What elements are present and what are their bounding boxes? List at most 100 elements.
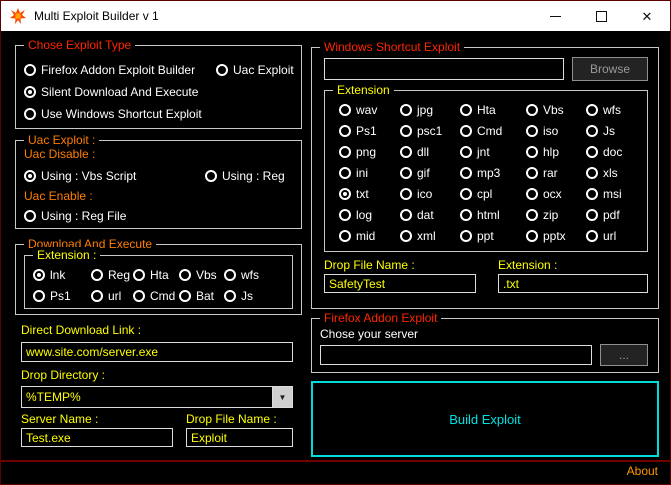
radio-label: cpl	[477, 187, 492, 201]
radio-option[interactable]: url	[586, 225, 643, 246]
radio-option[interactable]: wfs	[224, 264, 288, 285]
radio-label: Ps1	[50, 289, 71, 303]
radio-label: Use Windows Shortcut Exploit	[41, 107, 202, 121]
shortcut-extension-label: Extension :	[498, 258, 557, 272]
radio-label: jnt	[477, 145, 490, 159]
maximize-button[interactable]	[578, 1, 624, 31]
radio-label: Js	[241, 289, 253, 303]
radio-option[interactable]: jpg	[400, 99, 460, 120]
drop-file-name-input-right[interactable]	[324, 274, 476, 293]
firefox-browse-button[interactable]: ...	[600, 344, 648, 366]
radio-option[interactable]: Firefox Addon Exploit Builder	[24, 59, 216, 81]
radio-option[interactable]: xml	[400, 225, 460, 246]
radio-option[interactable]: Vbs	[526, 99, 586, 120]
radio-option[interactable]: Hta	[460, 99, 526, 120]
drop-file-name-input-left[interactable]	[186, 428, 293, 447]
radio-option[interactable]: doc	[586, 141, 643, 162]
radio-option[interactable]: pptx	[526, 225, 586, 246]
radio-icon	[586, 125, 598, 137]
radio-option[interactable]: html	[460, 204, 526, 225]
radio-option[interactable]: Ps1	[339, 120, 400, 141]
radio-label: ocx	[543, 187, 562, 201]
radio-option[interactable]: Vbs	[179, 264, 224, 285]
browse-button[interactable]: Browse	[572, 57, 648, 81]
radio-option[interactable]: Js	[224, 285, 288, 306]
minimize-icon	[550, 16, 561, 17]
radio-option[interactable]: xls	[586, 162, 643, 183]
drop-directory-label: Drop Directory :	[21, 368, 105, 382]
radio-option[interactable]: cpl	[460, 183, 526, 204]
radio-option[interactable]: lnk	[33, 264, 91, 285]
radio-option[interactable]: mp3	[460, 162, 526, 183]
radio-option[interactable]: Use Windows Shortcut Exploit	[24, 103, 295, 125]
radio-option[interactable]: hlp	[526, 141, 586, 162]
shortcut-path-input[interactable]	[324, 58, 564, 80]
radio-label: Vbs	[196, 268, 217, 282]
window-controls: ✕	[532, 1, 670, 31]
radio-label: wav	[356, 103, 377, 117]
radio-option[interactable]: mid	[339, 225, 400, 246]
server-name-input[interactable]	[21, 428, 173, 447]
radio-option[interactable]: dll	[400, 141, 460, 162]
radio-option[interactable]: Cmd	[460, 120, 526, 141]
radio-option[interactable]: dat	[400, 204, 460, 225]
radio-icon	[400, 146, 412, 158]
close-button[interactable]: ✕	[624, 1, 670, 31]
radio-label: hlp	[543, 145, 559, 159]
radio-label: log	[356, 208, 372, 222]
group-extension-right: Extension wav jpg Hta Vbs wfs Ps1 psc1 C…	[324, 90, 648, 252]
radio-option[interactable]: wfs	[586, 99, 643, 120]
radio-label: jpg	[417, 103, 433, 117]
shortcut-extension-input[interactable]	[498, 274, 648, 293]
radio-option[interactable]: Hta	[133, 264, 179, 285]
group-title: Uac Exploit :	[24, 132, 99, 148]
dropdown-arrow-icon[interactable]: ▼	[272, 387, 292, 407]
radio-option[interactable]: wav	[339, 99, 400, 120]
uac-disable-options: Using : Vbs Script Using : Reg	[24, 165, 295, 187]
radio-icon	[460, 209, 472, 221]
radio-option[interactable]: Reg	[91, 264, 133, 285]
radio-option[interactable]: Using : Reg File	[24, 205, 295, 227]
radio-label: msi	[603, 187, 622, 201]
radio-option[interactable]: Silent Download And Execute	[24, 81, 295, 103]
group-windows-shortcut-exploit: Windows Shortcut Exploit Browse Extensio…	[311, 47, 659, 309]
radio-option[interactable]: ocx	[526, 183, 586, 204]
build-exploit-button[interactable]: Build Exploit	[311, 381, 659, 457]
minimize-button[interactable]	[532, 1, 578, 31]
radio-option[interactable]: url	[91, 285, 133, 306]
radio-label: Cmd	[150, 289, 175, 303]
radio-option[interactable]: gif	[400, 162, 460, 183]
radio-option[interactable]: psc1	[400, 120, 460, 141]
radio-option[interactable]: Cmd	[133, 285, 179, 306]
radio-option[interactable]: Bat	[179, 285, 224, 306]
radio-option[interactable]: Using : Vbs Script	[24, 165, 205, 187]
firefox-server-input[interactable]	[320, 345, 592, 365]
radio-option[interactable]: ini	[339, 162, 400, 183]
uac-enable-options: Using : Reg File	[24, 205, 295, 227]
radio-icon	[224, 290, 236, 302]
radio-label: lnk	[50, 268, 65, 282]
radio-option[interactable]: Uac Exploit	[216, 59, 295, 81]
radio-option[interactable]: jnt	[460, 141, 526, 162]
radio-option[interactable]: zip	[526, 204, 586, 225]
radio-option[interactable]: iso	[526, 120, 586, 141]
radio-label: doc	[603, 145, 622, 159]
direct-download-link-input[interactable]	[21, 342, 293, 362]
about-link[interactable]: About	[627, 464, 658, 478]
radio-option[interactable]: ppt	[460, 225, 526, 246]
radio-option[interactable]: pdf	[586, 204, 643, 225]
radio-option[interactable]: ico	[400, 183, 460, 204]
radio-option[interactable]: png	[339, 141, 400, 162]
radio-option[interactable]: Using : Reg	[205, 165, 295, 187]
radio-icon	[339, 104, 351, 116]
radio-icon	[586, 167, 598, 179]
radio-label: Hta	[150, 268, 169, 282]
radio-option[interactable]: log	[339, 204, 400, 225]
radio-option[interactable]: Ps1	[33, 285, 91, 306]
drop-directory-combobox[interactable]: %TEMP% ▼	[21, 386, 293, 408]
uac-disable-label: Uac Disable :	[24, 147, 95, 161]
radio-option[interactable]: rar	[526, 162, 586, 183]
radio-option[interactable]: msi	[586, 183, 643, 204]
radio-option[interactable]: Js	[586, 120, 643, 141]
radio-option[interactable]: txt	[339, 183, 400, 204]
